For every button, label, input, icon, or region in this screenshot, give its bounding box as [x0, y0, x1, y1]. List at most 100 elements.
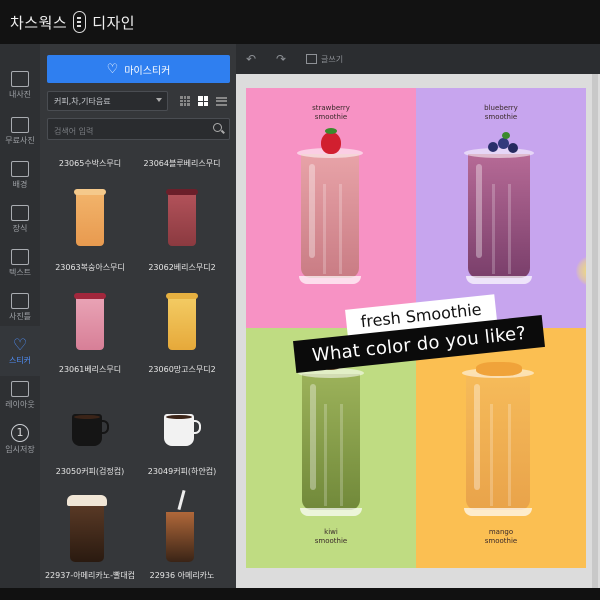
view-grid-small-button[interactable] — [176, 92, 194, 110]
left-tool-rail: 내사진 무료사진 배경 장식 텍스트 사진틀 ♡ 스티커 레이아웃 1 임시저장 — [0, 44, 40, 588]
sticker-label: 22937-아메리카노-빨대컵 — [44, 571, 136, 580]
quadrant-mango[interactable]: mango smoothie — [416, 328, 586, 568]
view-grid-button[interactable] — [194, 92, 212, 110]
rail-label: 임시저장 — [5, 444, 35, 454]
sticker-americano[interactable] — [164, 489, 198, 562]
decoration-icon — [11, 204, 29, 221]
sticker-label: 23064블루베리스무디 — [143, 159, 221, 168]
blueberry-topping — [488, 142, 498, 152]
category-value: 커피,차,기타음료 — [54, 96, 111, 106]
rail-label: 텍스트 — [8, 267, 32, 277]
cup-rim — [166, 189, 198, 195]
heart-sticker-icon: ♡ — [12, 334, 28, 354]
camera-icon — [11, 70, 29, 87]
cup-foam — [67, 495, 107, 506]
cup-shape — [74, 189, 106, 246]
background-icon — [11, 160, 29, 177]
rail-item-free-photos[interactable]: 무료사진 — [0, 106, 40, 156]
blueberry-topping — [508, 143, 518, 153]
glass-base — [466, 276, 532, 284]
rail-label: 배경 — [12, 179, 28, 189]
undo-button[interactable]: ↶ — [246, 51, 256, 67]
sticker-label: 23061베리스무디 — [58, 365, 122, 374]
glass-fold — [490, 404, 493, 506]
frame-icon — [11, 292, 29, 309]
mug-handle — [192, 420, 201, 434]
glass-shine — [309, 164, 315, 258]
rail-item-decoration[interactable]: 장식 — [0, 194, 40, 244]
rail-item-temp-save[interactable]: 1 임시저장 — [0, 414, 40, 464]
search-icon[interactable] — [213, 123, 222, 132]
cup-rim — [166, 293, 198, 299]
sticker-americano-straw-cup[interactable] — [67, 495, 108, 562]
rail-item-frame[interactable]: 사진틀 — [0, 282, 40, 332]
strawberry-topping — [321, 132, 341, 154]
add-text-label: 글쓰기 — [321, 54, 344, 64]
text-box-icon — [306, 54, 317, 64]
glass-shine — [474, 384, 480, 490]
sticker-coffee-black-cup[interactable] — [72, 414, 109, 448]
rail-item-layout[interactable]: 레이아웃 — [0, 370, 40, 420]
sticker-peach-smoothie[interactable] — [74, 189, 106, 246]
app-title-suffix: 디자인 — [92, 13, 136, 32]
search-box — [47, 118, 230, 142]
straw-shape — [177, 489, 186, 511]
mint-topping — [502, 132, 510, 139]
quadrant-label: strawberry smoothie — [312, 104, 350, 121]
sticker-berry-smoothie[interactable] — [74, 293, 106, 350]
save-number-icon: 1 — [11, 423, 29, 442]
mango-glass — [462, 368, 534, 516]
quadrant-label: kiwi smoothie — [314, 528, 348, 545]
grid-icon — [198, 96, 208, 106]
quadrant-blueberry[interactable]: blueberry smoothie — [416, 88, 586, 328]
undo-icon: ↶ — [246, 52, 257, 66]
rail-label: 장식 — [12, 223, 28, 233]
glass-base — [299, 276, 361, 284]
rail-label: 사진틀 — [8, 311, 32, 321]
list-icon — [215, 96, 227, 106]
rail-item-background[interactable]: 배경 — [0, 150, 40, 200]
my-sticker-button[interactable]: ♡ 마이스티커 — [47, 55, 230, 83]
glass-fold — [339, 184, 342, 274]
mug-handle — [100, 420, 109, 434]
quadrant-label: mango smoothie — [484, 528, 518, 545]
heart-icon: ♡ — [106, 61, 119, 77]
glass-shine — [476, 164, 482, 258]
redo-button[interactable]: ↷ — [276, 51, 286, 67]
coffee-surface — [166, 415, 192, 419]
cup-rim — [74, 189, 106, 195]
cup-shape — [166, 189, 198, 246]
sticker-mango-smoothie-2[interactable] — [166, 293, 198, 350]
mug-shape — [164, 414, 201, 446]
sticker-berry-smoothie-2[interactable] — [166, 189, 198, 246]
search-input[interactable] — [48, 121, 198, 142]
canvas-scrollbar[interactable] — [592, 74, 598, 588]
sticker-panel: ♡ 마이스티커 커피,차,기타음료 23065수박스무디 23064블루베리스무… — [40, 44, 236, 588]
rail-label: 스티커 — [8, 355, 32, 365]
leaf-topping — [325, 128, 337, 134]
quadrant-label: blueberry smoothie — [484, 104, 518, 121]
app-title: 차스웍스 — [10, 13, 68, 32]
view-list-button[interactable] — [212, 92, 230, 110]
glass-fold — [508, 184, 511, 274]
quadrant-strawberry[interactable]: strawberry smoothie — [246, 88, 416, 328]
sticker-label: 22936 아메리카노 — [149, 571, 215, 580]
kiwi-glass — [298, 368, 364, 516]
add-text-button[interactable]: 글쓰기 — [306, 51, 343, 67]
rail-item-text[interactable]: 텍스트 — [0, 238, 40, 288]
category-select[interactable]: 커피,차,기타음료 — [47, 91, 168, 111]
sticker-coffee-white-cup[interactable] — [164, 414, 201, 448]
design-artboard[interactable]: strawberry smoothie blueberry smoothie k… — [246, 88, 586, 568]
cup-shape — [166, 293, 198, 350]
rail-item-sticker[interactable]: ♡ 스티커 — [0, 326, 40, 376]
strawberry-glass — [297, 148, 363, 284]
bottom-status-strip — [0, 588, 600, 600]
text-icon — [11, 248, 29, 265]
glass-fold — [508, 404, 511, 506]
blueberry-glass — [464, 148, 534, 284]
chevron-down-icon — [156, 98, 162, 102]
iced-cup-shape — [67, 495, 107, 562]
rail-item-my-photos[interactable]: 내사진 — [0, 60, 40, 110]
glass-base — [464, 508, 532, 516]
canvas-area[interactable]: strawberry smoothie blueberry smoothie k… — [236, 74, 600, 588]
